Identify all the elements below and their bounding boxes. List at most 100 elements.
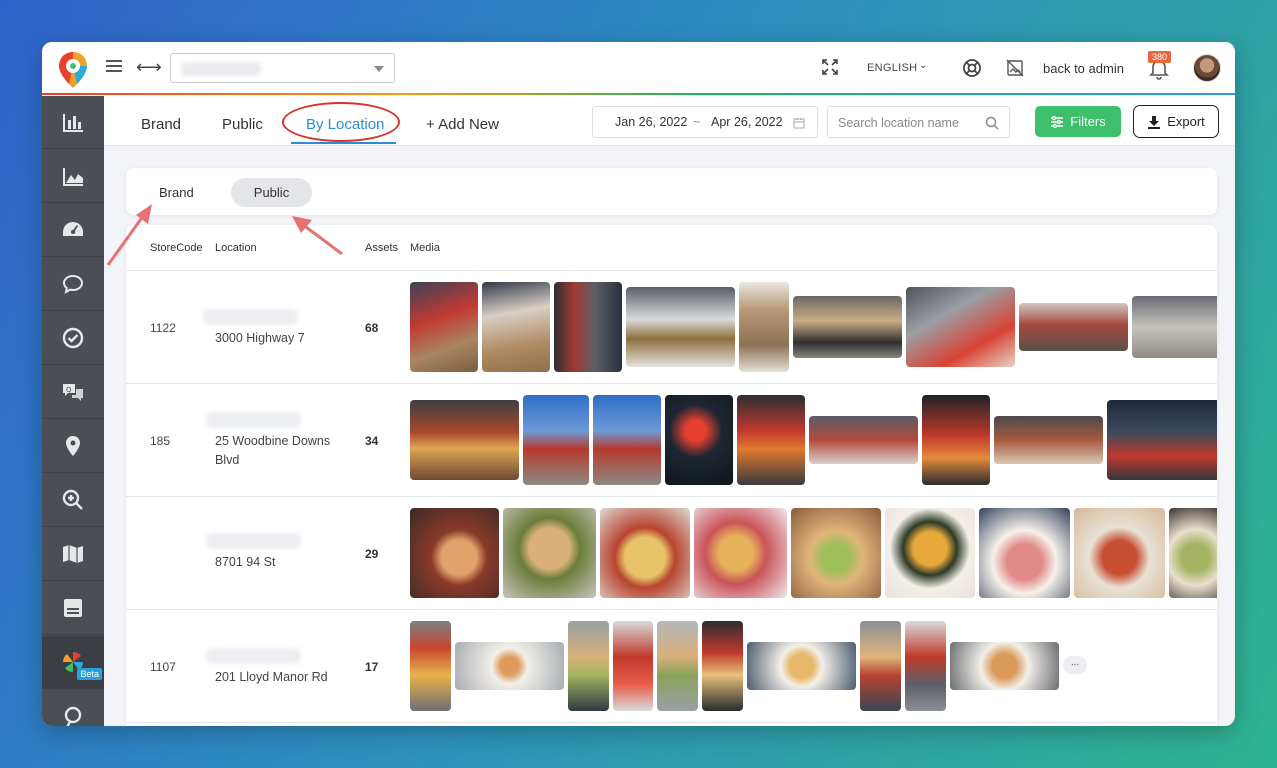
media-thumbnail[interactable] (950, 642, 1059, 690)
svg-text:Q: Q (66, 386, 72, 394)
location-cell: 25 Woodbine Downs Blvd (215, 434, 331, 467)
media-thumbnail[interactable] (702, 621, 743, 711)
topbar-accent-line (42, 93, 1235, 95)
media-thumbnail[interactable] (410, 508, 499, 598)
calendar-icon (793, 118, 805, 129)
storecode-cell: 1107 (150, 660, 176, 674)
map-pin-icon (66, 436, 80, 456)
sidebar-item-photos-beta[interactable]: Beta (42, 636, 104, 689)
sidebar-item-tasks[interactable] (42, 312, 104, 365)
date-start: Jan 26, 2022 (615, 115, 688, 129)
location-name-redacted (206, 412, 301, 428)
app-logo-icon[interactable] (56, 50, 90, 90)
media-thumbnail[interactable] (885, 508, 975, 598)
help-lifebuoy-icon[interactable] (962, 58, 982, 78)
media-thumbnail[interactable] (905, 621, 946, 711)
menu-icon[interactable] (106, 60, 122, 74)
sidebar-item-locations[interactable] (42, 420, 104, 473)
media-thumbnail[interactable] (600, 508, 690, 598)
media-thumbnail[interactable] (1019, 303, 1128, 351)
media-thumbnail[interactable] (694, 508, 787, 598)
media-thumbnail[interactable] (410, 282, 478, 372)
header-location: Location (215, 242, 257, 254)
sidebar-item-search[interactable] (42, 474, 104, 527)
media-thumbnail[interactable] (1169, 508, 1217, 598)
fullscreen-icon[interactable] (822, 59, 838, 75)
media-thumbnail[interactable] (503, 508, 596, 598)
sidebar-item-reviews[interactable] (42, 258, 104, 311)
media-thumbnail[interactable] (613, 621, 653, 711)
media-thumbnail[interactable] (482, 282, 550, 372)
table-row[interactable]: 1107 201 Lloyd Manor Rd 17 ... (126, 610, 1217, 723)
tab-add-new[interactable]: + Add New (426, 116, 499, 133)
expand-arrows-icon[interactable]: ⟷ (136, 57, 162, 78)
media-thumbnail[interactable] (1132, 296, 1217, 358)
header-media: Media (410, 242, 440, 254)
table-row[interactable]: 1122 3000 Highway 7 68 (126, 271, 1217, 384)
search-input[interactable] (838, 114, 978, 132)
media-thumbnail[interactable] (793, 296, 902, 358)
media-thumbnail[interactable] (523, 395, 589, 485)
sidebar-item-map[interactable] (42, 528, 104, 581)
media-thumbnail[interactable] (410, 621, 451, 711)
toggle-brand[interactable]: Brand (159, 185, 194, 200)
media-thumbnail[interactable] (979, 508, 1070, 598)
sidebar-item-analytics[interactable] (42, 96, 104, 149)
app-window: ⟷ ENGLISH ⌄ back to admin 380 Q Beta Bra… (42, 42, 1235, 726)
media-thumbnail[interactable] (860, 621, 901, 711)
media-thumbnail[interactable] (791, 508, 881, 598)
sidebar-item-insights-beta[interactable] (42, 690, 104, 726)
sidebar-item-dashboard[interactable] (42, 204, 104, 257)
media-thumbnail[interactable] (410, 400, 519, 480)
sidebar-item-trends[interactable] (42, 150, 104, 203)
media-thumbnail[interactable] (809, 416, 918, 464)
top-bar: ⟷ ENGLISH ⌄ back to admin 380 (42, 42, 1235, 95)
media-thumbnail[interactable] (568, 621, 609, 711)
table-row[interactable]: 185 25 Woodbine Downs Blvd 34 (126, 384, 1217, 497)
media-thumbnail[interactable] (922, 395, 990, 485)
assets-cell: 29 (365, 547, 379, 561)
storecode-cell: 1122 (150, 321, 176, 335)
media-thumbnail[interactable] (739, 282, 789, 372)
sidebar-item-qa[interactable]: Q (42, 366, 104, 419)
media-thumbnail[interactable] (665, 395, 733, 485)
sidebar: Q Beta (42, 96, 104, 726)
filters-button[interactable]: Filters (1035, 106, 1121, 137)
locations-table: StoreCode Location Assets Media 1122 300… (126, 225, 1217, 726)
more-media-button[interactable]: ... (1063, 656, 1087, 674)
tab-public[interactable]: Public (222, 116, 263, 133)
notification-badge: 380 (1148, 51, 1172, 63)
avatar[interactable] (1193, 54, 1221, 82)
media-thumbnail[interactable] (737, 395, 805, 485)
date-separator: ~ (693, 115, 701, 129)
assets-cell: 34 (365, 434, 379, 448)
zoom-in-icon (62, 489, 83, 510)
filters-label: Filters (1070, 114, 1106, 129)
media-thumbnail[interactable] (554, 282, 622, 372)
chevron-down-icon (374, 66, 384, 72)
media-thumbnail[interactable] (1107, 400, 1217, 480)
media-thumbnail[interactable] (1074, 508, 1165, 598)
back-to-admin-link[interactable]: back to admin (1043, 61, 1124, 76)
language-selector[interactable]: ENGLISH (867, 62, 917, 74)
table-row[interactable]: 8701 94 St 29 (126, 497, 1217, 610)
media-thumbnail[interactable] (747, 642, 856, 690)
tab-brand[interactable]: Brand (141, 116, 181, 133)
media-thumbnail[interactable] (593, 395, 661, 485)
no-image-icon[interactable] (1005, 58, 1025, 78)
media-thumbnail[interactable] (906, 287, 1015, 367)
search-icon[interactable] (985, 116, 999, 130)
brand-select[interactable] (170, 53, 395, 83)
beta-badge: Beta (77, 668, 102, 680)
toggle-public[interactable]: Public (231, 178, 312, 207)
export-button[interactable]: Export (1133, 105, 1219, 138)
chevron-down-icon[interactable]: ⌄ (919, 60, 927, 71)
map-icon (63, 545, 83, 563)
date-range-picker[interactable]: Jan 26, 2022 ~ Apr 26, 2022 (592, 106, 818, 138)
media-thumbnail[interactable] (626, 287, 735, 367)
media-thumbnail[interactable] (657, 621, 698, 711)
sidebar-item-reports[interactable] (42, 582, 104, 635)
media-thumbnail[interactable] (994, 416, 1103, 464)
media-thumbnail[interactable] (455, 642, 564, 690)
brand-select-value (181, 62, 261, 76)
